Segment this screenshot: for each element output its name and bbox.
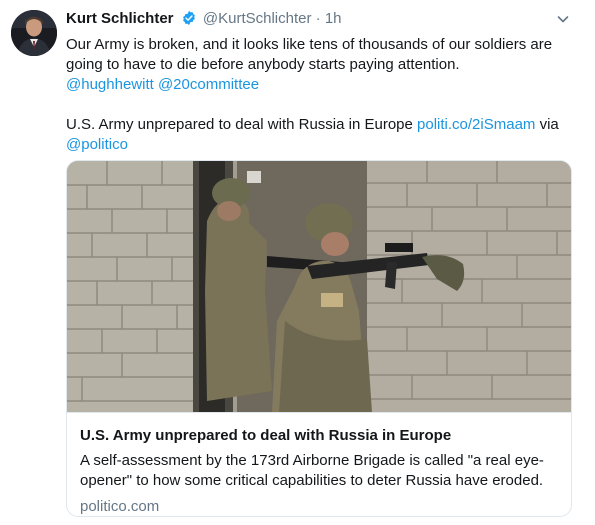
verified-badge-icon: [181, 10, 197, 32]
tweet-headline-text: U.S. Army unprepared to deal with Russia…: [66, 116, 413, 133]
tweet: Kurt Schlichter @KurtSchlichter · 1h Our…: [0, 0, 595, 525]
short-link[interactable]: politi.co/2iSmaam: [417, 116, 535, 133]
tweet-text: Our Army is broken, and it looks like te…: [66, 35, 571, 155]
mention-20committee[interactable]: @20committee: [158, 76, 259, 93]
author-name[interactable]: Kurt Schlichter: [66, 10, 174, 27]
via-word: via: [539, 116, 559, 133]
avatar-image: [11, 10, 57, 56]
tweet-timestamp[interactable]: 1h: [325, 10, 342, 27]
header-separator: ·: [315, 10, 321, 27]
card-description: A self-assessment by the 173rd Airborne …: [80, 452, 544, 489]
mention-politico[interactable]: @politico: [66, 136, 128, 153]
card-body[interactable]: U.S. Army unprepared to deal with Russia…: [67, 412, 571, 515]
author-handle[interactable]: @KurtSchlichter: [203, 10, 312, 27]
chevron-down-icon[interactable]: [555, 11, 571, 27]
mention-hughhewitt[interactable]: @hughhewitt: [66, 76, 154, 93]
card-domain: politico.com: [80, 498, 160, 515]
avatar[interactable]: [11, 10, 57, 56]
card-title[interactable]: U.S. Army unprepared to deal with Russia…: [80, 426, 560, 446]
card-image[interactable]: [67, 161, 571, 412]
tweet-text-line: Our Army is broken, and it looks like te…: [66, 36, 553, 73]
link-card[interactable]: U.S. Army unprepared to deal with Russia…: [66, 160, 572, 517]
tweet-header: Kurt Schlichter @KurtSchlichter · 1h: [66, 9, 555, 32]
